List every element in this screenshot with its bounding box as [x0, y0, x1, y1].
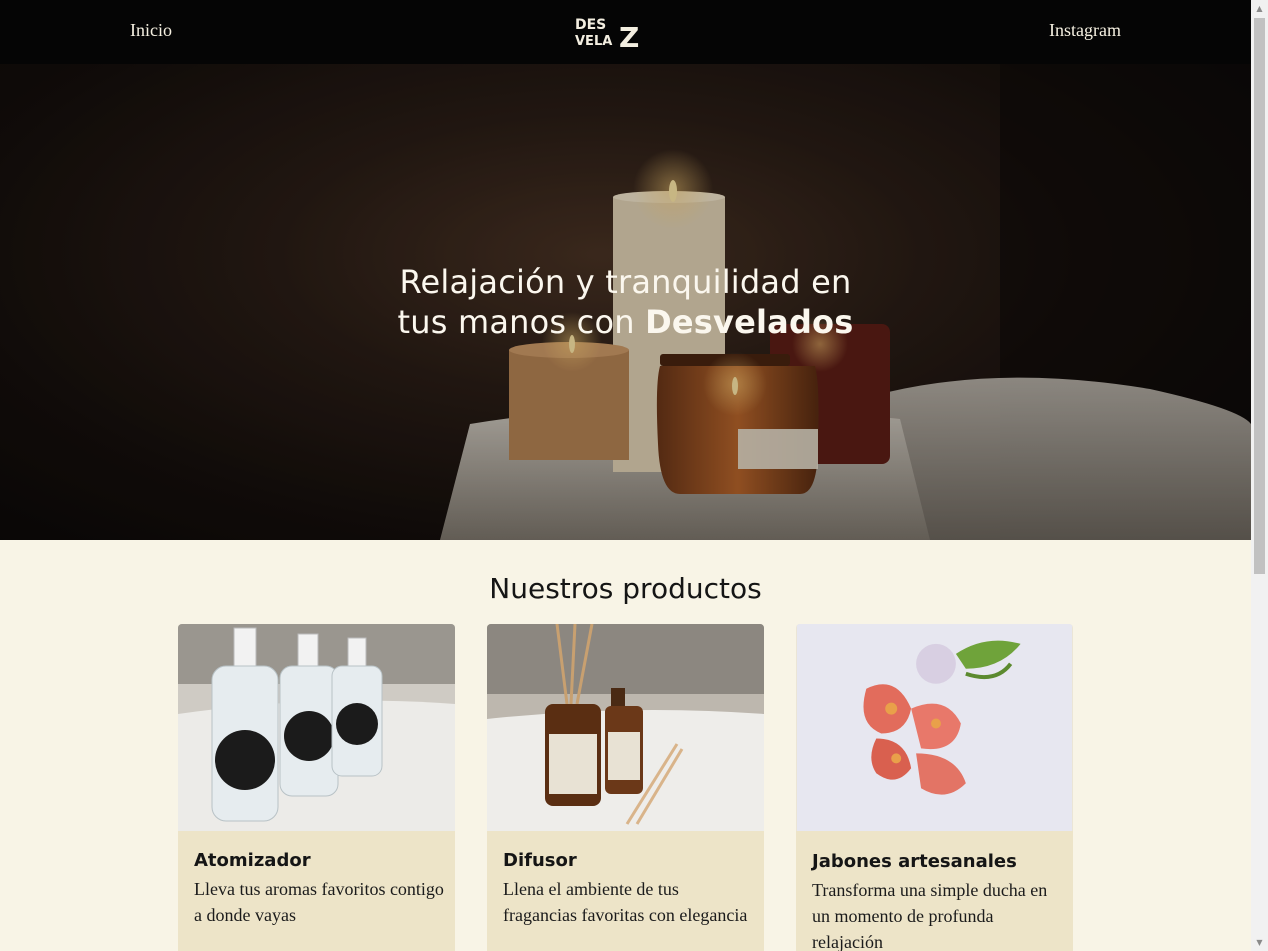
logo-text-top: DES — [575, 17, 606, 33]
desvelaz-logo[interactable]: DES VELA Z — [573, 14, 643, 50]
scrollbar-thumb[interactable] — [1254, 18, 1265, 574]
product-card-atomizador[interactable]: Atomizador Lleva tus aromas favoritos co… — [178, 624, 455, 951]
scroll-up-icon[interactable]: ▲ — [1251, 0, 1268, 17]
vertical-scrollbar[interactable]: ▲ ▼ — [1251, 0, 1268, 951]
hero-title: Relajación y tranquilidad en tus manos c… — [0, 262, 1251, 342]
product-card-difusor[interactable]: Difusor Llena el ambiente de tus fraganc… — [487, 624, 764, 951]
product-name: Difusor — [503, 850, 577, 871]
product-card-jabones[interactable]: Jabones artesanales Transforma una simpl… — [796, 624, 1073, 951]
top-navbar: Inicio DES VELA Z Instagram — [0, 0, 1251, 64]
product-description: Llena el ambiente de tus fragancias favo… — [503, 879, 748, 925]
hero-title-line2: tus manos con — [397, 303, 646, 341]
product-name: Jabones artesanales — [812, 851, 1017, 872]
logo-text-bottom: VELA — [575, 34, 612, 49]
soaps-image — [796, 624, 1073, 831]
atomizer-image — [178, 624, 455, 831]
flower-shape — [916, 643, 956, 684]
hero-banner: Relajación y tranquilidad en tus manos c… — [0, 64, 1251, 540]
nav-link-instagram[interactable]: Instagram — [1049, 20, 1121, 41]
product-name: Atomizador — [194, 850, 311, 871]
logo-text-z: Z — [619, 21, 639, 50]
product-description: Transforma una simple ducha en un moment… — [812, 880, 1048, 951]
scroll-down-icon[interactable]: ▼ — [1251, 934, 1268, 951]
products-heading: Nuestros productos — [489, 572, 762, 605]
diffuser-image — [487, 624, 764, 831]
hero-title-line1: Relajación y tranquilidad en — [399, 263, 852, 301]
hero-title-brand: Desvelados — [645, 303, 854, 341]
nav-link-home[interactable]: Inicio — [130, 20, 172, 41]
page: Inicio DES VELA Z Instagram Relajación y… — [0, 0, 1251, 951]
product-description: Lleva tus aromas favoritos contigo a don… — [194, 879, 444, 925]
